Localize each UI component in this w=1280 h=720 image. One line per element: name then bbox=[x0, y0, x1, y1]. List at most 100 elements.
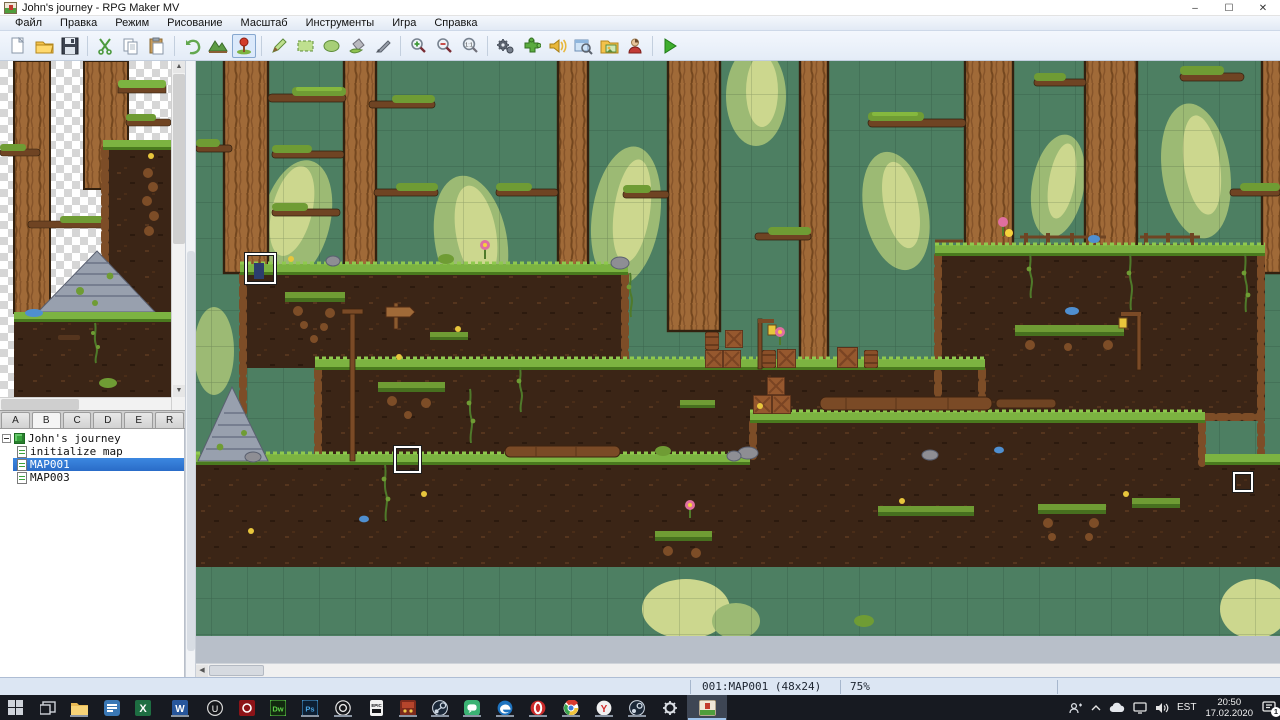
tree-item-initialize-map[interactable]: initialize map bbox=[0, 445, 184, 458]
cut-icon[interactable] bbox=[93, 34, 117, 58]
steam-big-picture-icon[interactable] bbox=[625, 698, 649, 717]
settings-gear-icon[interactable] bbox=[658, 698, 682, 717]
photoshop-icon[interactable]: Ps bbox=[298, 698, 322, 717]
network-icon[interactable] bbox=[1133, 702, 1147, 714]
language-indicator[interactable]: EST bbox=[1177, 702, 1196, 713]
tab-d[interactable]: D bbox=[93, 412, 122, 428]
dreamweaver-icon[interactable]: Dw bbox=[266, 698, 290, 717]
chevron-up-icon[interactable] bbox=[1091, 704, 1101, 712]
tree-item-map001[interactable]: MAP001 bbox=[13, 458, 184, 471]
database-icon[interactable] bbox=[493, 34, 517, 58]
map-file-icon bbox=[17, 472, 27, 484]
save-icon[interactable] bbox=[58, 34, 82, 58]
map-hscroll-left-arrow[interactable]: ◀ bbox=[196, 665, 208, 677]
map-vscroll-thumb[interactable] bbox=[187, 251, 195, 651]
notification-center-icon[interactable]: 1 bbox=[1262, 701, 1276, 714]
zoom-in-icon[interactable] bbox=[406, 34, 430, 58]
flood-fill-tool-icon[interactable] bbox=[345, 34, 369, 58]
minimize-button[interactable]: – bbox=[1178, 0, 1212, 16]
map-vertical-scrollbar[interactable] bbox=[185, 61, 196, 677]
tab-a[interactable]: A bbox=[1, 412, 30, 428]
zoom-out-icon[interactable] bbox=[432, 34, 456, 58]
rpg-maker-mv-taskbar-icon[interactable] bbox=[687, 695, 727, 720]
chrome-icon[interactable] bbox=[559, 698, 583, 717]
menu-file[interactable]: Файл bbox=[6, 17, 51, 29]
map-horizontal-scrollbar[interactable]: ◀ bbox=[196, 663, 1280, 677]
main-area: ▲ ▼ A B C D E R John's bbox=[0, 61, 1280, 677]
tab-r[interactable]: R bbox=[155, 412, 184, 428]
start-button-icon[interactable] bbox=[3, 698, 27, 717]
palette-scroll-up-arrow[interactable]: ▲ bbox=[173, 61, 185, 73]
ellipse-tool-icon[interactable] bbox=[319, 34, 343, 58]
sound-test-icon[interactable] bbox=[545, 34, 569, 58]
menu-tools[interactable]: Инструменты bbox=[297, 17, 384, 29]
event-mode-icon[interactable] bbox=[232, 34, 256, 58]
people-icon[interactable] bbox=[1069, 702, 1083, 714]
chat-app-icon[interactable] bbox=[460, 698, 484, 717]
acrobat-reader-icon[interactable] bbox=[235, 698, 259, 717]
resource-manager-icon[interactable] bbox=[597, 34, 621, 58]
status-map-info: 001:MAP001 (48x24) bbox=[702, 680, 821, 693]
excel-icon[interactable]: X bbox=[131, 698, 155, 717]
palette-scroll-down-arrow[interactable]: ▼ bbox=[173, 385, 185, 397]
tileset-palette[interactable]: ▲ ▼ bbox=[0, 61, 185, 410]
shadow-pen-tool-icon[interactable] bbox=[371, 34, 395, 58]
opera-icon[interactable] bbox=[526, 698, 550, 717]
palette-vertical-scrollbar[interactable]: ▲ ▼ bbox=[171, 61, 185, 410]
file-explorer-icon[interactable] bbox=[67, 698, 91, 717]
vmware-icon[interactable] bbox=[100, 698, 124, 717]
open-project-icon[interactable] bbox=[32, 34, 56, 58]
onedrive-cloud-icon[interactable] bbox=[1109, 702, 1125, 713]
palette-scroll-thumb[interactable] bbox=[173, 74, 185, 244]
pencil-tool-icon[interactable] bbox=[267, 34, 291, 58]
map-hscroll-thumb[interactable] bbox=[209, 665, 264, 676]
palette-horizontal-scrollbar[interactable] bbox=[0, 397, 171, 410]
rectangle-tool-icon[interactable] bbox=[293, 34, 317, 58]
close-button[interactable]: ✕ bbox=[1246, 0, 1280, 16]
tab-e[interactable]: E bbox=[124, 412, 153, 428]
copy-icon[interactable] bbox=[119, 34, 143, 58]
svg-text:W: W bbox=[175, 704, 185, 715]
clock[interactable]: 20:50 17.02.2020 bbox=[1205, 697, 1253, 719]
map-canvas[interactable] bbox=[196, 61, 1280, 636]
tray-date: 17.02.2020 bbox=[1205, 708, 1253, 719]
tab-b[interactable]: B bbox=[32, 412, 61, 428]
undo-icon[interactable] bbox=[180, 34, 204, 58]
paste-icon[interactable] bbox=[145, 34, 169, 58]
menu-edit[interactable]: Правка bbox=[51, 17, 106, 29]
menu-help[interactable]: Справка bbox=[425, 17, 486, 29]
playtest-icon[interactable] bbox=[658, 34, 682, 58]
menu-scale[interactable]: Масштаб bbox=[232, 17, 297, 29]
epic-games-icon[interactable]: EPIC bbox=[364, 698, 388, 717]
event-searcher-icon[interactable] bbox=[571, 34, 595, 58]
maximize-button[interactable]: ☐ bbox=[1212, 0, 1246, 16]
rpg-maker-vx-icon[interactable] bbox=[396, 698, 420, 717]
palette-hscroll-thumb[interactable] bbox=[1, 399, 79, 410]
task-view-icon[interactable] bbox=[36, 698, 60, 717]
menu-game[interactable]: Игра bbox=[383, 17, 425, 29]
app-window: John's journey - RPG Maker MV – ☐ ✕ Файл… bbox=[0, 0, 1280, 720]
svg-text:Y: Y bbox=[601, 704, 608, 715]
unreal-engine-icon[interactable]: U bbox=[203, 698, 227, 717]
character-generator-icon[interactable] bbox=[623, 34, 647, 58]
steam-icon[interactable] bbox=[428, 698, 452, 717]
tree-item-project[interactable]: John's journey bbox=[0, 432, 184, 445]
map-mode-icon[interactable] bbox=[206, 34, 230, 58]
yandex-browser-icon[interactable]: Y bbox=[592, 698, 616, 717]
obs-studio-icon[interactable] bbox=[331, 698, 355, 717]
palette-ground bbox=[14, 309, 171, 397]
menu-mode[interactable]: Режим bbox=[106, 17, 158, 29]
tileset-palette-canvas[interactable] bbox=[0, 61, 171, 397]
svg-text:EPIC: EPIC bbox=[371, 703, 382, 708]
tab-c[interactable]: C bbox=[63, 412, 92, 428]
tree-item-map003[interactable]: MAP003 bbox=[0, 471, 184, 484]
notification-badge: 1 bbox=[1271, 707, 1280, 717]
menu-draw[interactable]: Рисование bbox=[158, 17, 231, 29]
word-icon[interactable]: W bbox=[168, 698, 192, 717]
volume-icon[interactable] bbox=[1155, 702, 1169, 714]
new-project-icon[interactable] bbox=[6, 34, 30, 58]
edge-icon[interactable] bbox=[493, 698, 517, 717]
collapse-icon[interactable] bbox=[2, 434, 11, 443]
plugin-manager-icon[interactable] bbox=[519, 34, 543, 58]
zoom-actual-size-icon[interactable]: 1:1 bbox=[458, 34, 482, 58]
